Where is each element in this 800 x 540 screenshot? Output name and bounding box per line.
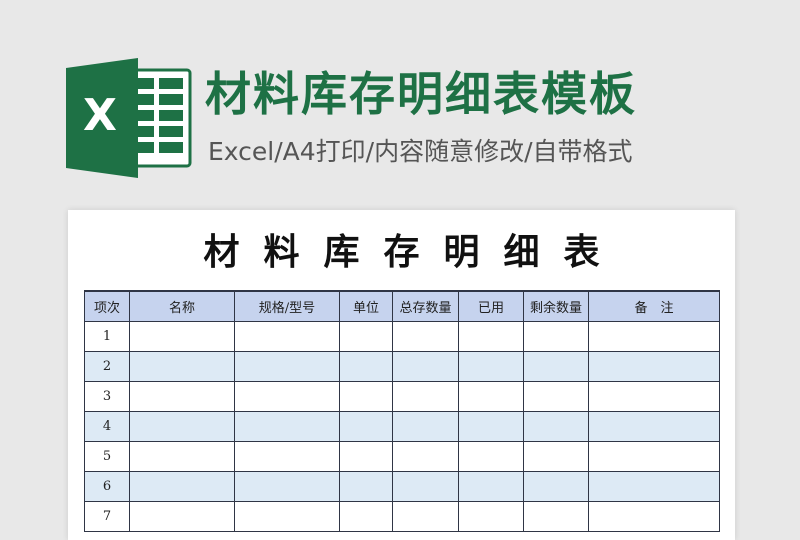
table-cell[interactable]	[129, 441, 235, 472]
table-cell[interactable]	[588, 351, 720, 382]
table-cell[interactable]	[588, 321, 720, 352]
row-number-cell[interactable]: 4	[84, 411, 130, 442]
sheet-title: 材料库存明细表	[203, 231, 624, 273]
col-header-item-no: 项次	[84, 290, 130, 322]
table-cell[interactable]	[392, 321, 459, 352]
table-row: 2	[84, 351, 720, 382]
table-cell[interactable]	[458, 471, 524, 502]
table-cell[interactable]	[458, 411, 524, 442]
col-header-spec-model: 规格/型号	[234, 290, 340, 322]
page-subtitle: Excel/A4打印/内容随意修改/自带格式	[208, 137, 633, 166]
table-cell[interactable]	[234, 471, 340, 502]
table-cell[interactable]	[234, 441, 340, 472]
table-row: 7	[84, 501, 720, 532]
table-cell[interactable]	[339, 351, 393, 382]
row-number-cell[interactable]: 7	[84, 501, 130, 532]
row-number-cell[interactable]: 2	[84, 351, 130, 382]
logo-letter: X	[83, 90, 117, 141]
table-cell[interactable]	[339, 501, 393, 532]
table-row: 3	[84, 381, 720, 412]
col-header-total-stock: 总存数量	[392, 290, 459, 322]
table-cell[interactable]	[339, 411, 393, 442]
table-cell[interactable]	[523, 501, 589, 532]
table-cell[interactable]	[588, 501, 720, 532]
col-header-remaining: 剩余数量	[523, 290, 589, 322]
table-row: 6	[84, 471, 720, 502]
table-cell[interactable]	[129, 351, 235, 382]
table-cell[interactable]	[523, 321, 589, 352]
table-cell[interactable]	[458, 501, 524, 532]
table-cell[interactable]	[458, 321, 524, 352]
table-cell[interactable]	[588, 471, 720, 502]
table-cell[interactable]	[339, 471, 393, 502]
table-cell[interactable]	[588, 381, 720, 412]
table-cell[interactable]	[523, 471, 589, 502]
table-cell[interactable]	[234, 321, 340, 352]
row-number-cell[interactable]: 1	[84, 321, 130, 352]
table-cell[interactable]	[129, 321, 235, 352]
table-cell[interactable]	[234, 381, 340, 412]
col-header-name: 名称	[129, 290, 235, 322]
col-header-unit: 单位	[339, 290, 393, 322]
inventory-table: 项次 名称 规格/型号 单位 总存数量 已用 剩余数量 备 注 1234567	[84, 290, 720, 532]
table-cell[interactable]	[234, 501, 340, 532]
table-cell[interactable]	[458, 441, 524, 472]
table-cell[interactable]	[588, 411, 720, 442]
table-cell[interactable]	[392, 471, 459, 502]
col-header-used: 已用	[458, 290, 524, 322]
table-cell[interactable]	[234, 351, 340, 382]
table-cell[interactable]	[588, 441, 720, 472]
table-cell[interactable]	[392, 501, 459, 532]
table-cell[interactable]	[392, 441, 459, 472]
table-row: 4	[84, 411, 720, 442]
table-cell[interactable]	[339, 441, 393, 472]
table-cell[interactable]	[392, 351, 459, 382]
table-cell[interactable]	[523, 381, 589, 412]
table-cell[interactable]	[234, 411, 340, 442]
table-header-row: 项次 名称 规格/型号 单位 总存数量 已用 剩余数量 备 注	[84, 290, 720, 322]
table-cell[interactable]	[392, 381, 459, 412]
table-cell[interactable]	[129, 501, 235, 532]
table-cell[interactable]	[129, 471, 235, 502]
promo-header: X 材料库存明细表模板 Excel/A4打印/内容随意修改/自带格式	[0, 0, 800, 200]
page-title: 材料库存明细表模板	[205, 67, 637, 121]
table-cell[interactable]	[392, 411, 459, 442]
table-cell[interactable]	[458, 381, 524, 412]
row-number-cell[interactable]: 6	[84, 471, 130, 502]
table-cell[interactable]	[523, 411, 589, 442]
col-header-remarks: 备 注	[588, 290, 720, 322]
table-cell[interactable]	[339, 381, 393, 412]
sheet-paper: 材料库存明细表 项次 名称 规格/型号 单位 总存数量 已用 剩余数量 备 注 …	[68, 210, 735, 540]
row-number-cell[interactable]: 5	[84, 441, 130, 472]
table-row: 5	[84, 441, 720, 472]
table-cell[interactable]	[129, 411, 235, 442]
row-number-cell[interactable]: 3	[84, 381, 130, 412]
table-cell[interactable]	[339, 321, 393, 352]
table-cell[interactable]	[523, 441, 589, 472]
table-cell[interactable]	[523, 351, 589, 382]
table-row: 1	[84, 321, 720, 352]
table-cell[interactable]	[458, 351, 524, 382]
excel-icon: X	[66, 58, 192, 178]
table-cell[interactable]	[129, 381, 235, 412]
